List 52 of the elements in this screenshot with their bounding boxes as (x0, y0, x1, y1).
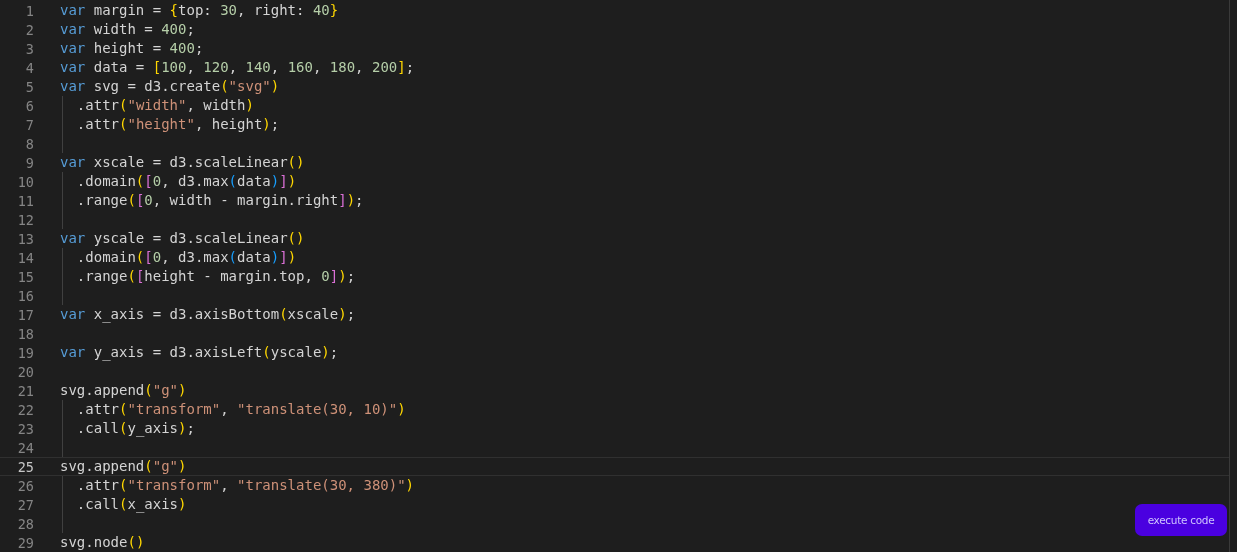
code-line: svg.append("g") (60, 381, 187, 400)
line-number: 12 (16, 211, 34, 228)
code-line: .range([height - margin.top, 0]); (75, 267, 356, 286)
line-number: 14 (16, 249, 34, 266)
line-number: 1 (24, 2, 34, 19)
code-line: var xscale = d3.scaleLinear() (60, 153, 305, 172)
line-number: 5 (24, 78, 34, 95)
code-line: var data = [100, 120, 140, 160, 180, 200]; (60, 58, 415, 77)
code-line: var svg = d3.create("svg") (60, 77, 280, 96)
code-line: svg.append("g") (60, 457, 187, 476)
line-number: 11 (16, 192, 34, 209)
line-number: 16 (16, 287, 34, 304)
line-number: 10 (16, 173, 34, 190)
code-line: .call(y_axis); (75, 419, 195, 438)
line-number: 20 (16, 363, 34, 380)
line-number: 6 (24, 97, 34, 114)
code-line: .domain([0, d3.max(data)]) (75, 172, 297, 191)
code-line: var width = 400; (60, 20, 195, 39)
code-line: .domain([0, d3.max(data)]) (75, 248, 297, 267)
execute-button[interactable]: execute code (1135, 504, 1227, 536)
line-number: 25 (16, 458, 34, 475)
line-number: 7 (24, 116, 34, 133)
line-number: 27 (16, 496, 34, 513)
line-number: 9 (24, 154, 34, 171)
code-line: var x_axis = d3.axisBottom(xscale); (60, 305, 356, 324)
line-number: 23 (16, 420, 34, 437)
line-number: 3 (24, 40, 34, 57)
line-number: 28 (16, 515, 34, 532)
line-number: 24 (16, 439, 34, 456)
code-line: var yscale = d3.scaleLinear() (60, 229, 305, 248)
line-number: 13 (16, 230, 34, 247)
line-number: 15 (16, 268, 34, 285)
line-number: 29 (16, 534, 34, 551)
code-line: svg.node() (60, 533, 145, 552)
line-number: 19 (16, 344, 34, 361)
line-number: 4 (24, 59, 34, 76)
line-number: 26 (16, 477, 34, 494)
line-number: 17 (16, 306, 34, 323)
line-number: 18 (16, 325, 34, 342)
line-number: 22 (16, 401, 34, 418)
code-line: .attr("transform", "translate(30, 380)") (75, 476, 415, 495)
code-line: .range([0, width - margin.right]); (75, 191, 364, 210)
code-line: .attr("transform", "translate(30, 10)") (75, 400, 406, 419)
code-line: var y_axis = d3.axisLeft(yscale); (60, 343, 339, 362)
code-line: .call(x_axis) (75, 495, 187, 514)
line-number: 21 (16, 382, 34, 399)
code-line: var height = 400; (60, 39, 204, 58)
code-line: .attr("height", height); (75, 115, 280, 134)
code-line: .attr("width", width) (75, 96, 254, 115)
code-line: var margin = {top: 30, right: 40} (60, 1, 339, 20)
line-number: 2 (24, 21, 34, 38)
line-number: 8 (24, 135, 34, 152)
